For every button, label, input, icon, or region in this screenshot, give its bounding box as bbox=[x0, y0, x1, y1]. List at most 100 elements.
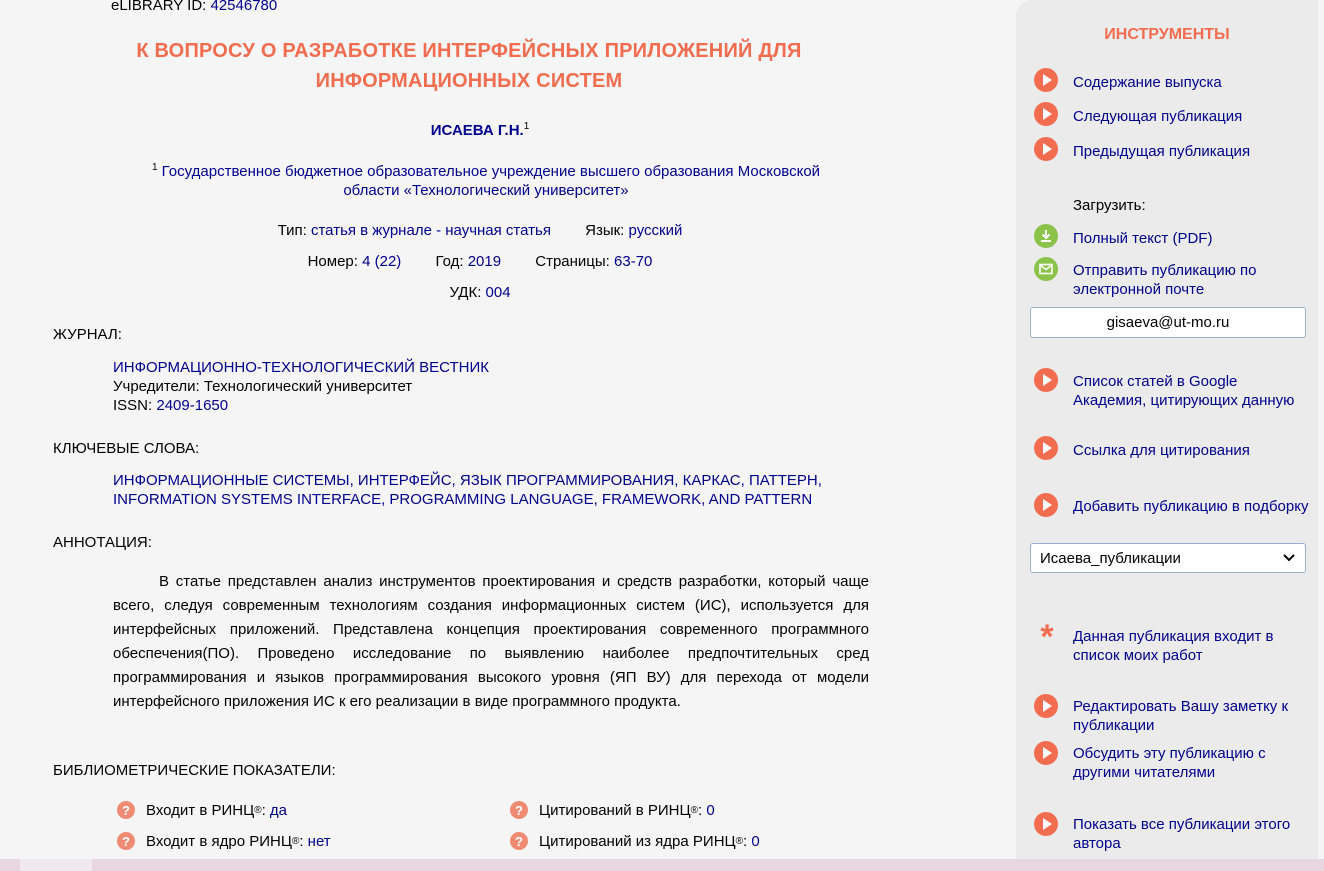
my-works-link[interactable]: Данная публикация входит в список моих р… bbox=[1073, 627, 1313, 665]
bib-rinc: ? Входит в РИНЦ ®: да bbox=[117, 801, 287, 819]
udk-value[interactable]: 004 bbox=[486, 284, 511, 301]
meta-number-year-pages: Номер: 4 (22) Год: 2019 Страницы: 63-70 bbox=[0, 253, 960, 270]
play-icon bbox=[1034, 102, 1058, 126]
issue-contents-item[interactable]: Содержание выпуска bbox=[1034, 68, 1313, 92]
journal-block: ИНФОРМАЦИОННО-ТЕХНОЛОГИЧЕСКИЙ ВЕСТНИК Уч… bbox=[113, 358, 489, 415]
year-value[interactable]: 2019 bbox=[468, 253, 501, 270]
annotation-label: АННОТАЦИЯ: bbox=[53, 534, 152, 551]
meta-pages: Страницы: 63-70 bbox=[535, 253, 652, 270]
lang-value[interactable]: русский bbox=[629, 222, 683, 239]
author-link[interactable]: ИСАЕВА Г.Н. bbox=[431, 122, 524, 139]
add-collection-link[interactable]: Добавить публикацию в подборку bbox=[1073, 497, 1313, 516]
show-all-link[interactable]: Показать все публикации этого автора bbox=[1073, 815, 1313, 853]
issn-label: ISSN: bbox=[113, 397, 153, 414]
affiliation-sup: 1 bbox=[151, 162, 158, 173]
add-collection-item[interactable]: Добавить публикацию в подборку bbox=[1034, 493, 1313, 517]
bib-cit-value[interactable]: 0 bbox=[706, 802, 714, 819]
send-email-item[interactable]: Отправить публикацию по электронной почт… bbox=[1034, 257, 1313, 299]
bib-cit-label: Цитирований в РИНЦ bbox=[539, 801, 691, 819]
help-icon[interactable]: ? bbox=[117, 801, 135, 819]
chevron-down-icon bbox=[1282, 550, 1296, 568]
cite-link[interactable]: Ссылка для цитирования bbox=[1073, 441, 1313, 460]
elibrary-id-label: eLIBRARY ID: bbox=[111, 0, 207, 14]
type-value[interactable]: статья в журнале - научная статья bbox=[311, 222, 551, 239]
meta-lang: Язык: русский bbox=[585, 222, 682, 239]
main-content: eLIBRARY ID: 42546780 К ВОПРОСУ О РАЗРАБ… bbox=[0, 0, 1010, 871]
tools-title: ИНСТРУМЕНТЫ bbox=[1104, 26, 1230, 43]
play-icon bbox=[1034, 493, 1058, 517]
year-label: Год: bbox=[435, 253, 464, 270]
next-pub-item[interactable]: Следующая публикация bbox=[1034, 102, 1313, 126]
play-icon bbox=[1034, 812, 1058, 836]
show-all-item[interactable]: Показать все публикации этого автора bbox=[1034, 812, 1313, 853]
keywords-line-en[interactable]: INFORMATION SYSTEMS INTERFACE, PROGRAMMI… bbox=[113, 491, 812, 508]
type-label: Тип: bbox=[277, 222, 307, 239]
help-icon[interactable]: ? bbox=[510, 801, 528, 819]
author-affil-sup: 1 bbox=[523, 121, 530, 132]
bib-rinc-label: Входит в РИНЦ bbox=[146, 801, 255, 819]
keywords-label: КЛЮЧЕВЫЕ СЛОВА: bbox=[53, 440, 200, 457]
play-icon bbox=[1034, 368, 1058, 392]
keywords-line-ru[interactable]: ИНФОРМАЦИОННЫЕ СИСТЕМЫ, ИНТЕРФЕЙС, ЯЗЫК … bbox=[113, 472, 822, 489]
pages-value[interactable]: 63-70 bbox=[614, 253, 652, 270]
discuss-link[interactable]: Обсудить эту публикацию с другими читате… bbox=[1073, 744, 1313, 782]
bottom-strip bbox=[0, 859, 1324, 871]
keywords-block: ИНФОРМАЦИОННЫЕ СИСТЕМЫ, ИНТЕРФЕЙС, ЯЗЫК … bbox=[113, 471, 822, 509]
meta-udk: УДК: 004 bbox=[0, 284, 960, 301]
full-text-link[interactable]: Полный текст (PDF) bbox=[1073, 229, 1313, 248]
full-text-item[interactable]: Полный текст (PDF) bbox=[1034, 224, 1313, 248]
download-label: Загрузить: bbox=[1073, 197, 1146, 214]
tools-sidebar: ИНСТРУМЕНТЫ Содержание выпуска Следующая… bbox=[1016, 0, 1318, 871]
issn-value[interactable]: 2409-1650 bbox=[156, 397, 228, 414]
bib-citations: ? Цитирований в РИНЦ ®: 0 bbox=[510, 801, 715, 819]
discuss-item[interactable]: Обсудить эту публикацию с другими читате… bbox=[1034, 741, 1313, 782]
affiliation: 1 Государственное бюджетное образователь… bbox=[126, 158, 846, 200]
meta-number: Номер: 4 (22) bbox=[308, 253, 402, 270]
issue-contents-link[interactable]: Содержание выпуска bbox=[1073, 73, 1313, 92]
edit-note-item[interactable]: Редактировать Вашу заметку к публикации bbox=[1034, 694, 1313, 735]
journal-name-link[interactable]: ИНФОРМАЦИОННО-ТЕХНОЛОГИЧЕСКИЙ ВЕСТНИК bbox=[113, 359, 489, 376]
help-icon[interactable]: ? bbox=[117, 832, 135, 850]
author: ИСАЕВА Г.Н.1 bbox=[0, 121, 960, 139]
elibrary-id-value[interactable]: 42546780 bbox=[211, 0, 278, 14]
collection-select[interactable]: Исаева_публикации bbox=[1030, 543, 1306, 573]
play-icon bbox=[1034, 694, 1058, 718]
email-field[interactable]: gisaeva@ut-mo.ru bbox=[1030, 307, 1306, 338]
number-label: Номер: bbox=[307, 253, 358, 270]
google-scholar-link[interactable]: Список статей в Google Академия, цитирую… bbox=[1073, 372, 1313, 410]
meta-year: Год: 2019 bbox=[435, 253, 501, 270]
bib-core-label: Входит в ядро РИНЦ bbox=[146, 832, 292, 850]
bottom-strip-segment bbox=[20, 859, 92, 871]
help-icon[interactable]: ? bbox=[510, 832, 528, 850]
prev-pub-link[interactable]: Предыдущая публикация bbox=[1073, 142, 1313, 161]
cite-item[interactable]: Ссылка для цитирования bbox=[1034, 436, 1313, 460]
meta-type-lang: Тип: статья в журнале - научная статья Я… bbox=[0, 222, 960, 239]
play-icon bbox=[1034, 741, 1058, 765]
bib-core-value[interactable]: нет bbox=[308, 833, 331, 850]
bib-cit-core-value[interactable]: 0 bbox=[751, 833, 759, 850]
journal-founders: Учредители: Технологический университет bbox=[113, 378, 413, 395]
bib-rinc-value[interactable]: да bbox=[270, 802, 287, 819]
scrollbar[interactable] bbox=[1318, 0, 1324, 871]
journal-label: ЖУРНАЛ: bbox=[53, 326, 122, 343]
asterisk-icon: * bbox=[1040, 618, 1054, 656]
udk-label: УДК: bbox=[449, 284, 482, 301]
play-icon bbox=[1034, 68, 1058, 92]
bib-cit-core-label: Цитирований из ядра РИНЦ bbox=[539, 832, 736, 850]
my-works-item[interactable]: * Данная публикация входит в список моих… bbox=[1034, 618, 1313, 665]
bib-core: ? Входит в ядро РИНЦ ®: нет bbox=[117, 832, 331, 850]
bibliometrics-label: БИБЛИОМЕТРИЧЕСКИЕ ПОКАЗАТЕЛИ: bbox=[53, 762, 336, 779]
send-email-link[interactable]: Отправить публикацию по электронной почт… bbox=[1073, 261, 1313, 299]
lang-label: Язык: bbox=[585, 222, 625, 239]
next-pub-link[interactable]: Следующая публикация bbox=[1073, 107, 1313, 126]
collection-selected-value: Исаева_публикации bbox=[1040, 549, 1181, 567]
prev-pub-item[interactable]: Предыдущая публикация bbox=[1034, 137, 1313, 161]
article-title: К ВОПРОСУ О РАЗРАБОТКЕ ИНТЕРФЕЙСНЫХ ПРИЛ… bbox=[136, 40, 802, 92]
number-value[interactable]: 4 (22) bbox=[362, 253, 401, 270]
download-icon bbox=[1034, 224, 1058, 248]
edit-note-link[interactable]: Редактировать Вашу заметку к публикации bbox=[1073, 697, 1313, 735]
play-icon bbox=[1034, 137, 1058, 161]
google-scholar-item[interactable]: Список статей в Google Академия, цитирую… bbox=[1034, 368, 1313, 410]
affiliation-link[interactable]: Государственное бюджетное образовательно… bbox=[162, 163, 820, 199]
elibrary-id: eLIBRARY ID: 42546780 bbox=[111, 0, 277, 14]
